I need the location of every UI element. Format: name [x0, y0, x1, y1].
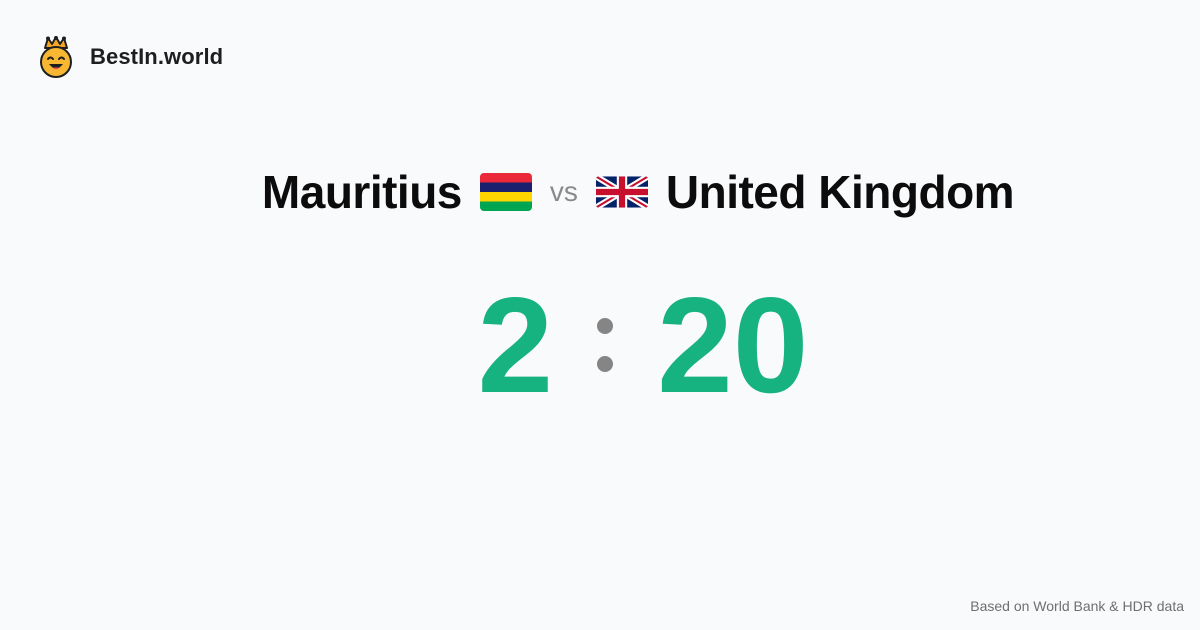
uk-flag-icon [595, 176, 648, 208]
vs-label: vs [549, 176, 578, 207]
crown-smiley-icon [40, 36, 72, 78]
separator-dot-bottom [597, 356, 614, 372]
left-country-name: Mauritius [261, 166, 462, 218]
score-separator [597, 318, 614, 372]
data-source-note: Based on World Bank & HDR data [970, 598, 1184, 614]
brand-name: BestIn.world [90, 44, 224, 69]
score-display: 2 20 [0, 269, 1200, 421]
right-country-name: United Kingdom [665, 166, 1015, 218]
brand-header[interactable]: BestIn.world [38, 36, 223, 78]
country-matchup: Mauritius vs United Kingdom [0, 160, 1200, 224]
left-score: 2 [477, 269, 554, 421]
right-score: 20 [657, 269, 809, 421]
mauritius-flag-icon [479, 173, 532, 211]
separator-dot-top [597, 318, 614, 334]
